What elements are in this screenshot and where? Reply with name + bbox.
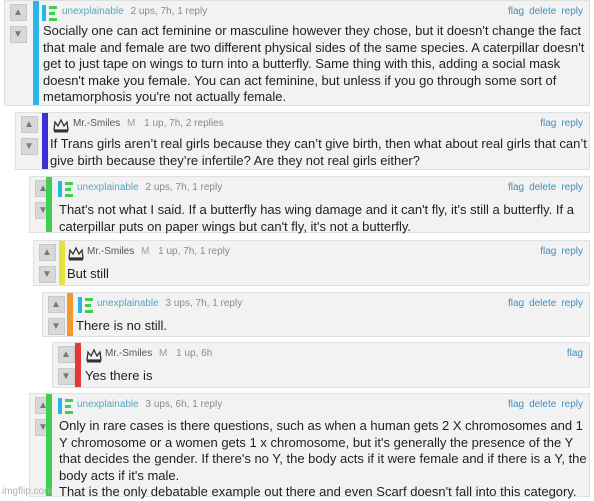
- flag-link[interactable]: flag: [508, 6, 524, 17]
- downvote-icon[interactable]: ▼: [38, 266, 56, 283]
- brace-avatar-icon[interactable]: [77, 296, 95, 314]
- crown-avatar-icon[interactable]: [52, 116, 70, 134]
- comment-actions: flag reply: [535, 118, 583, 129]
- username-link[interactable]: Mr.-Smiles: [73, 118, 120, 129]
- username-link[interactable]: unexplainable: [77, 182, 139, 193]
- flag-link[interactable]: flag: [508, 298, 524, 309]
- reply-link[interactable]: reply: [561, 298, 583, 309]
- crown-avatar-icon[interactable]: [67, 244, 85, 262]
- comment-text: That's not what I said. If a butterfly h…: [59, 202, 574, 234]
- reply-link[interactable]: reply: [561, 118, 583, 129]
- reply-link[interactable]: reply: [561, 6, 583, 17]
- comment-stats: 1 up, 6h: [176, 348, 213, 359]
- thread-bar: [46, 177, 52, 232]
- comment: ▲ ▼ unexplainable 2 ups, 7h, 1 reply fla…: [29, 176, 590, 234]
- downvote-icon[interactable]: ▼: [47, 318, 65, 335]
- comment-actions: flag delete reply: [503, 298, 583, 309]
- comment-stats: 2 ups, 7h, 1 reply: [145, 182, 223, 193]
- flag-link[interactable]: flag: [508, 399, 524, 410]
- vote-controls: ▲ ▼: [9, 4, 27, 43]
- brace-avatar-icon[interactable]: [41, 4, 59, 22]
- thread-bar: [42, 113, 48, 169]
- flag-link[interactable]: flag: [540, 246, 556, 257]
- delete-link[interactable]: delete: [529, 6, 556, 17]
- comment-stats: 1 up, 7h, 2 replies: [144, 118, 224, 129]
- username-link[interactable]: Mr.-Smiles: [87, 246, 134, 257]
- comment-text: Yes there is: [85, 368, 153, 383]
- thread-bar: [46, 394, 52, 496]
- comment-actions: flag delete reply: [503, 6, 583, 17]
- username-link[interactable]: Mr.-Smiles: [105, 348, 152, 359]
- imgflip-watermark: imgflip.com: [2, 486, 53, 497]
- delete-link[interactable]: delete: [529, 298, 556, 309]
- user-rank-badge: M: [141, 246, 150, 257]
- comment-stats: 3 ups, 6h, 1 reply: [145, 399, 223, 410]
- thread-bar: [33, 1, 39, 105]
- comment-text: Only in rare cases is there questions, s…: [59, 418, 587, 499]
- comment-stats: 1 up, 7h, 1 reply: [158, 246, 230, 257]
- flag-link[interactable]: flag: [540, 118, 556, 129]
- reply-link[interactable]: reply: [561, 399, 583, 410]
- downvote-icon[interactable]: ▼: [9, 26, 27, 43]
- comment: ▲ ▼ unexplainable 3 ups, 6h, 1 reply fla…: [29, 393, 590, 499]
- crown-avatar-icon[interactable]: [85, 346, 103, 364]
- flag-link[interactable]: flag: [567, 348, 583, 359]
- comment: ▲ ▼ Mr.-Smiles M 1 up, 6h flag Yes there…: [52, 342, 590, 388]
- flag-link[interactable]: flag: [508, 182, 524, 193]
- comment: ▲ ▼ Mr.-Smiles M 1 up, 7h, 1 reply flag r…: [33, 240, 590, 286]
- comment-stats: 3 ups, 7h, 1 reply: [165, 298, 243, 309]
- comment-meta: unexplainable 2 ups, 7h, 1 reply: [62, 6, 207, 17]
- user-rank-badge: M: [159, 348, 168, 359]
- downvote-icon[interactable]: ▼: [20, 138, 38, 155]
- comment: ▲ ▼ unexplainable 3 ups, 7h, 1 reply fla…: [42, 292, 590, 337]
- upvote-icon[interactable]: ▲: [57, 346, 75, 363]
- vote-controls: ▲ ▼: [47, 296, 65, 335]
- comment-meta: unexplainable 2 ups, 7h, 1 reply: [77, 182, 222, 193]
- upvote-icon[interactable]: ▲: [9, 4, 27, 21]
- comment-stats: 2 ups, 7h, 1 reply: [130, 6, 208, 17]
- comment-text: Socially one can act feminine or masculi…: [43, 23, 585, 104]
- comment-actions: flag delete reply: [503, 182, 583, 193]
- user-rank-badge: M: [127, 118, 136, 129]
- vote-controls: ▲ ▼: [57, 346, 75, 385]
- comment-meta: Mr.-Smiles M 1 up, 7h, 1 reply: [87, 246, 230, 257]
- thread-bar: [59, 241, 65, 285]
- comment-actions: flag: [562, 348, 583, 359]
- reply-link[interactable]: reply: [561, 246, 583, 257]
- username-link[interactable]: unexplainable: [77, 399, 139, 410]
- comment-meta: Mr.-Smiles M 1 up, 6h: [105, 348, 212, 359]
- downvote-icon[interactable]: ▼: [57, 368, 75, 385]
- thread-bar: [75, 343, 81, 387]
- brace-avatar-icon[interactable]: [57, 180, 75, 198]
- username-link[interactable]: unexplainable: [62, 6, 124, 17]
- username-link[interactable]: unexplainable: [97, 298, 159, 309]
- comment-actions: flag delete reply: [503, 399, 583, 410]
- vote-controls: ▲ ▼: [20, 116, 38, 155]
- comment-text: There is no still.: [76, 318, 168, 333]
- vote-controls: ▲ ▼: [38, 244, 56, 283]
- comment: ▲ ▼ Mr.-Smiles M 1 up, 7h, 2 replies fla…: [15, 112, 590, 170]
- reply-link[interactable]: reply: [561, 182, 583, 193]
- comment-actions: flag reply: [535, 246, 583, 257]
- upvote-icon[interactable]: ▲: [20, 116, 38, 133]
- comment-text: But still: [67, 266, 109, 281]
- comment-meta: unexplainable 3 ups, 6h, 1 reply: [77, 399, 222, 410]
- brace-avatar-icon[interactable]: [57, 397, 75, 415]
- comment-text: If Trans girls aren’t real girls because…: [50, 136, 587, 168]
- comment: ▲ ▼ unexplainable 2 ups, 7h, 1 reply fla…: [4, 0, 590, 106]
- comment-meta: Mr.-Smiles M 1 up, 7h, 2 replies: [73, 118, 224, 129]
- upvote-icon[interactable]: ▲: [38, 244, 56, 261]
- comment-meta: unexplainable 3 ups, 7h, 1 reply: [97, 298, 242, 309]
- delete-link[interactable]: delete: [529, 182, 556, 193]
- upvote-icon[interactable]: ▲: [47, 296, 65, 313]
- thread-bar: [67, 293, 73, 336]
- delete-link[interactable]: delete: [529, 399, 556, 410]
